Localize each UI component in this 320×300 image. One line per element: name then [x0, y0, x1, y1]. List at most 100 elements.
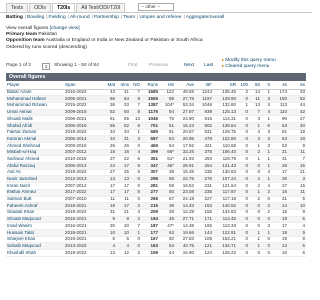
tab-all-test-odi-t20i[interactable]: All Test/ODI/T20I: [76, 3, 126, 12]
column-header-inns[interactable]: Inns: [116, 81, 130, 90]
player-link[interactable]: Salman Butt: [6, 196, 64, 204]
table-cell: 20: [116, 222, 130, 230]
table-cell: 4: [261, 109, 271, 117]
nav-aggregate-overall[interactable]: Aggregate/overall: [186, 15, 224, 20]
player-link[interactable]: Shadab Khan: [6, 209, 64, 217]
player-link[interactable]: Asif Ali: [6, 169, 64, 177]
player-link[interactable]: Hussain Talat: [6, 229, 64, 237]
player-link[interactable]: Mohammad Rizwan: [6, 102, 64, 110]
table-cell: 1: [237, 102, 249, 110]
page-number-input[interactable]: 1: [42, 63, 50, 70]
player-link[interactable]: Shoaib Malik: [6, 115, 64, 123]
nav-umpire-and-referee[interactable]: Umpire and referee: [139, 15, 181, 20]
player-link[interactable]: Fakhar Zaman: [6, 129, 64, 137]
table-cell: 0: [237, 229, 249, 237]
column-header-0[interactable]: 0: [261, 81, 271, 90]
player-link[interactable]: Misbah-ul-Haq: [6, 149, 64, 157]
player-link[interactable]: Babar Azam: [6, 89, 64, 97]
table-cell: 4: [288, 222, 306, 230]
previous-page-link[interactable]: Previous: [149, 63, 168, 69]
first-page-link[interactable]: First: [128, 63, 138, 69]
table-cell: 1: [249, 229, 261, 237]
nav-separator: |: [24, 15, 27, 20]
table-cell: 66*: [159, 149, 175, 157]
column-header-100[interactable]: 100: [237, 81, 249, 90]
column-header-ave[interactable]: Ave: [175, 81, 195, 90]
nav-bowling[interactable]: Bowling: [27, 15, 44, 20]
table-cell: 139.64: [213, 122, 237, 130]
table-cell: 347: [141, 162, 159, 170]
player-link[interactable]: Ahmed Shehzad: [6, 142, 64, 150]
table-cell: 0: [249, 169, 261, 177]
nav-separator: |: [46, 15, 48, 20]
column-header-sr[interactable]: SR: [213, 81, 237, 90]
table-row: Salman Butt 2007-2010 11 11 0 266 67 24.18 227 11…: [6, 196, 306, 204]
nav-team[interactable]: Team: [123, 15, 135, 20]
player-link[interactable]: Mohammad Hafeez: [6, 95, 64, 103]
player-link[interactable]: Kamran Akmal: [6, 135, 64, 143]
tab-t20is[interactable]: T20Is: [51, 3, 76, 12]
nav-fielding[interactable]: Fielding: [49, 15, 66, 20]
table-cell: 94: [159, 109, 175, 117]
next-page-link[interactable]: Next: [184, 63, 194, 69]
player-link[interactable]: Shoaib Maqsood: [6, 216, 64, 224]
player-link[interactable]: Abdul Razzaq: [6, 162, 64, 170]
table-cell: 2017-2022: [64, 189, 102, 197]
player-link[interactable]: Iftikhar Ahmed: [6, 189, 64, 197]
arrow-icon: ▸: [222, 57, 225, 62]
table-cell: 121.64: [213, 182, 237, 190]
player-link[interactable]: Faheem Ashraf: [6, 202, 64, 210]
table-cell: 129.90: [213, 95, 237, 103]
table-cell: 31: [271, 155, 288, 164]
tab-tests[interactable]: Tests: [6, 3, 29, 12]
column-header-runs[interactable]: Runs: [141, 81, 159, 90]
player-link[interactable]: Khushdil Shah: [6, 249, 64, 257]
table-cell: 91: [159, 129, 175, 137]
player-link[interactable]: Nasir Jamshed: [6, 175, 64, 184]
table-cell: 502: [195, 122, 213, 130]
column-header-mat[interactable]: Mat: [102, 81, 116, 90]
table-cell: 144: [195, 229, 213, 237]
table-cell: 27.97: [175, 109, 195, 117]
last-page-link[interactable]: Last: [204, 63, 213, 69]
nav-batting[interactable]: Batting: [6, 15, 23, 20]
change-view-link[interactable]: [change view]: [50, 26, 80, 31]
table-cell: 18: [102, 149, 116, 157]
column-header-span[interactable]: Span: [64, 81, 102, 90]
table-cell: 107.24: [213, 175, 237, 184]
column-header-no[interactable]: NO: [130, 81, 141, 90]
nav-all-round[interactable]: All-round: [70, 15, 90, 20]
table-cell: 14.38: [175, 222, 195, 230]
column-header-6s[interactable]: 6s: [288, 81, 306, 90]
nav-partnership[interactable]: Partnership: [94, 15, 119, 20]
player-link[interactable]: Sohaib Maqsood: [6, 242, 64, 250]
table-cell: 129.75: [213, 129, 237, 137]
table-cell: 33.25: [175, 149, 195, 157]
column-header-hs[interactable]: HS: [159, 81, 175, 90]
column-header-player[interactable]: Player: [6, 81, 64, 90]
table-cell: 1197: [195, 95, 213, 103]
table-cell: 9: [116, 216, 130, 224]
table-cell: 0: [249, 202, 261, 210]
column-header-4s[interactable]: 4s: [271, 81, 288, 90]
table-cell: 26: [102, 142, 116, 150]
table-cell: 0: [130, 175, 141, 184]
player-link[interactable]: Sharjeel Khan: [6, 236, 64, 244]
player-link[interactable]: Shahid Afridi: [6, 122, 64, 130]
player-link[interactable]: Imad Wasim: [6, 222, 64, 230]
table-cell: 17: [271, 169, 288, 177]
table-cell: 34: [116, 129, 130, 137]
tab-odis[interactable]: ODIs: [29, 3, 51, 12]
other-format-select[interactable]: -- other --: [138, 3, 174, 11]
column-header-50[interactable]: 50: [249, 81, 261, 90]
table-cell: 17: [116, 162, 130, 170]
player-link[interactable]: Imran Nazir: [6, 182, 64, 190]
table-cell: 2: [261, 209, 271, 217]
table-cell: 0: [237, 122, 249, 130]
column-header-bf[interactable]: BF: [195, 81, 213, 90]
player-link[interactable]: Umar Akmal: [6, 109, 64, 117]
table-cell: 1244: [195, 89, 213, 97]
player-link[interactable]: Sarfaraz Ahmed: [6, 155, 64, 164]
table-cell: 16: [116, 149, 130, 157]
table-cell: 0: [237, 196, 249, 204]
